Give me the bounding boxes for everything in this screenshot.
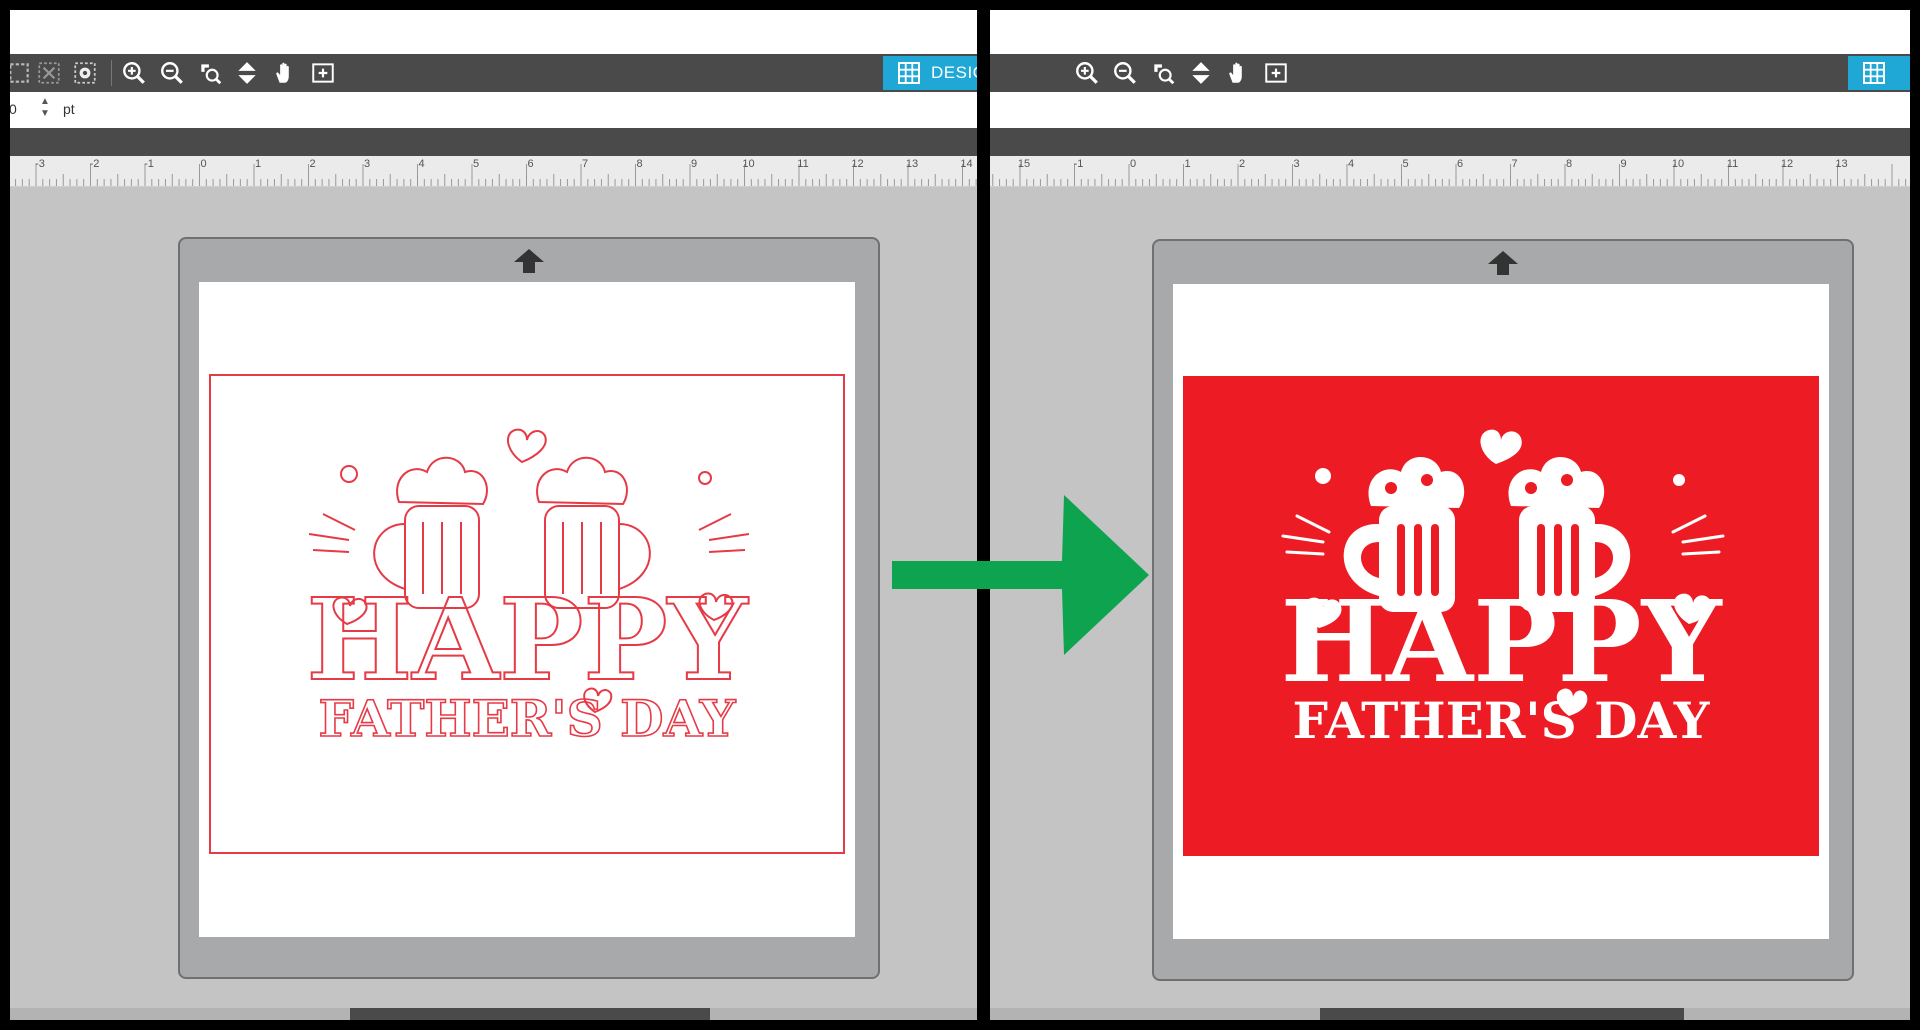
- design-tab[interactable]: [1848, 56, 1910, 90]
- ruler-tick-label: 12: [1780, 158, 1794, 170]
- ruler-ticks-graphic: [15, 164, 977, 186]
- line-width-unit: pt: [63, 101, 75, 117]
- grid-icon: [1863, 62, 1885, 84]
- ruler-ticks-graphic: [992, 164, 1907, 186]
- ruler-tick-label: 11: [1726, 158, 1739, 170]
- main-toolbar: DESIGN: [10, 54, 977, 92]
- zoom-selection-icon[interactable]: [1148, 58, 1178, 88]
- ruler-tick-label: 5: [1402, 158, 1409, 170]
- line-width-stepper[interactable]: ▲ ▼: [40, 96, 50, 120]
- zoom-out-icon[interactable]: [1110, 58, 1140, 88]
- scrollbar-thumb[interactable]: [350, 1008, 710, 1020]
- horizontal-ruler: 15 -1 0 1 2 3 4 5 6 7 8 9 10 11 12 13: [990, 156, 1910, 187]
- cutting-mat: HAPPY FATHER'S DAY: [178, 237, 880, 979]
- outline-title: HAPPY: [306, 575, 748, 706]
- design-tab-label: DESIGN: [931, 63, 977, 82]
- media-sheet: HAPPY FATHER'S DAY: [199, 282, 855, 937]
- select-all-icon[interactable]: [10, 58, 34, 88]
- media-sheet: HAPPY FATHER'S DAY: [1173, 284, 1829, 939]
- ruler-tick-label: 3: [363, 158, 371, 170]
- pan-hand-icon[interactable]: [1223, 58, 1253, 88]
- ruler-tick-label: 12: [851, 158, 864, 170]
- design-canvas[interactable]: HAPPY FATHER'S DAY: [10, 187, 977, 1020]
- scrollbar-thumb[interactable]: [1320, 1008, 1684, 1020]
- horizontal-ruler: -3 -2 -1 0 1 2 3 4 5 6 7 8 9 10 11 12 13 14: [10, 156, 977, 187]
- ruler-tick-label: 7: [581, 158, 589, 170]
- ruler-tick-label: 11: [797, 158, 809, 170]
- zoom-in-icon[interactable]: [119, 58, 149, 88]
- horizontal-scrollbar[interactable]: [990, 1008, 1910, 1020]
- feed-arrow-icon: [514, 249, 544, 273]
- main-toolbar: [990, 54, 1910, 92]
- panel-strip: [10, 128, 977, 156]
- ruler-tick-label: 10: [742, 158, 755, 170]
- ruler-tick-label: 4: [1347, 158, 1355, 170]
- deselect-icon[interactable]: [34, 58, 64, 88]
- ruler-tick-label: -2: [89, 158, 100, 170]
- ruler-tick-label: 1: [254, 158, 262, 170]
- ruler-tick-label: 7: [1511, 158, 1518, 170]
- fit-to-page-icon[interactable]: [232, 58, 262, 88]
- fit-to-page-icon[interactable]: [1186, 58, 1216, 88]
- filled-title: HAPPY: [1280, 577, 1722, 708]
- ruler-tick-label: 15: [1017, 158, 1031, 170]
- zoom-out-icon[interactable]: [157, 58, 187, 88]
- ruler-tick-label: 6: [1456, 158, 1464, 170]
- ruler-tick-label: -3: [35, 158, 45, 170]
- ruler-tick-label: 10: [1671, 158, 1685, 170]
- filled-design[interactable]: HAPPY FATHER'S DAY: [1183, 376, 1819, 856]
- ruler-tick-label: 14: [960, 158, 973, 170]
- outline-design[interactable]: HAPPY FATHER'S DAY: [209, 374, 845, 854]
- panel-strip: [990, 128, 1910, 156]
- ruler-tick-label: 0: [1129, 158, 1137, 170]
- add-page-icon[interactable]: [308, 58, 338, 88]
- zoom-selection-icon[interactable]: [195, 58, 225, 88]
- toolbar-separator: [111, 60, 112, 86]
- ruler-tick-label: 13: [1835, 158, 1848, 170]
- left-screenshot-panel: DESIGN 0 ▲▼ pt -3-2-10123456789101112131…: [10, 10, 977, 1020]
- ruler-tick-label: 4: [418, 158, 425, 170]
- filled-subtitle: FATHER'S DAY: [1293, 691, 1711, 750]
- design-tab[interactable]: DESIGN: [883, 56, 977, 90]
- ruler-tick-label: -1: [144, 158, 154, 170]
- ruler-tick-label: 8: [1565, 158, 1573, 170]
- line-width-value[interactable]: 0: [10, 101, 17, 117]
- ruler-tick-label: -1: [1073, 158, 1084, 170]
- right-arrow-icon: [892, 495, 1149, 655]
- horizontal-scrollbar[interactable]: [10, 1008, 977, 1020]
- outline-subtitle: FATHER'S DAY: [319, 689, 737, 748]
- options-bar: [990, 92, 1910, 128]
- add-page-icon[interactable]: [1261, 58, 1291, 88]
- pan-hand-icon[interactable]: [270, 58, 300, 88]
- ruler-tick-label: 3: [1293, 158, 1300, 170]
- feed-arrow-icon: [1488, 251, 1518, 275]
- ruler-tick-label: 2: [309, 158, 316, 170]
- zoom-in-icon[interactable]: [1072, 58, 1102, 88]
- view-options-icon[interactable]: [70, 58, 100, 88]
- ruler-tick-label: 0: [200, 158, 207, 170]
- ruler-tick-label: 6: [527, 158, 534, 170]
- ruler-tick-label: 9: [690, 158, 698, 170]
- ruler-tick-label: 8: [636, 158, 643, 170]
- ruler-tick-label: 9: [1620, 158, 1627, 170]
- title-area: [10, 10, 977, 54]
- line-options-bar: 0 ▲ ▼ pt: [10, 92, 977, 128]
- title-area: [990, 10, 1910, 54]
- cutting-mat: HAPPY FATHER'S DAY: [1152, 239, 1854, 981]
- grid-icon: [898, 62, 920, 84]
- ruler-tick-label: 13: [905, 158, 919, 170]
- ruler-tick-label: 2: [1238, 158, 1246, 170]
- ruler-tick-label: 5: [472, 158, 480, 170]
- ruler-tick-label: 1: [1184, 158, 1191, 170]
